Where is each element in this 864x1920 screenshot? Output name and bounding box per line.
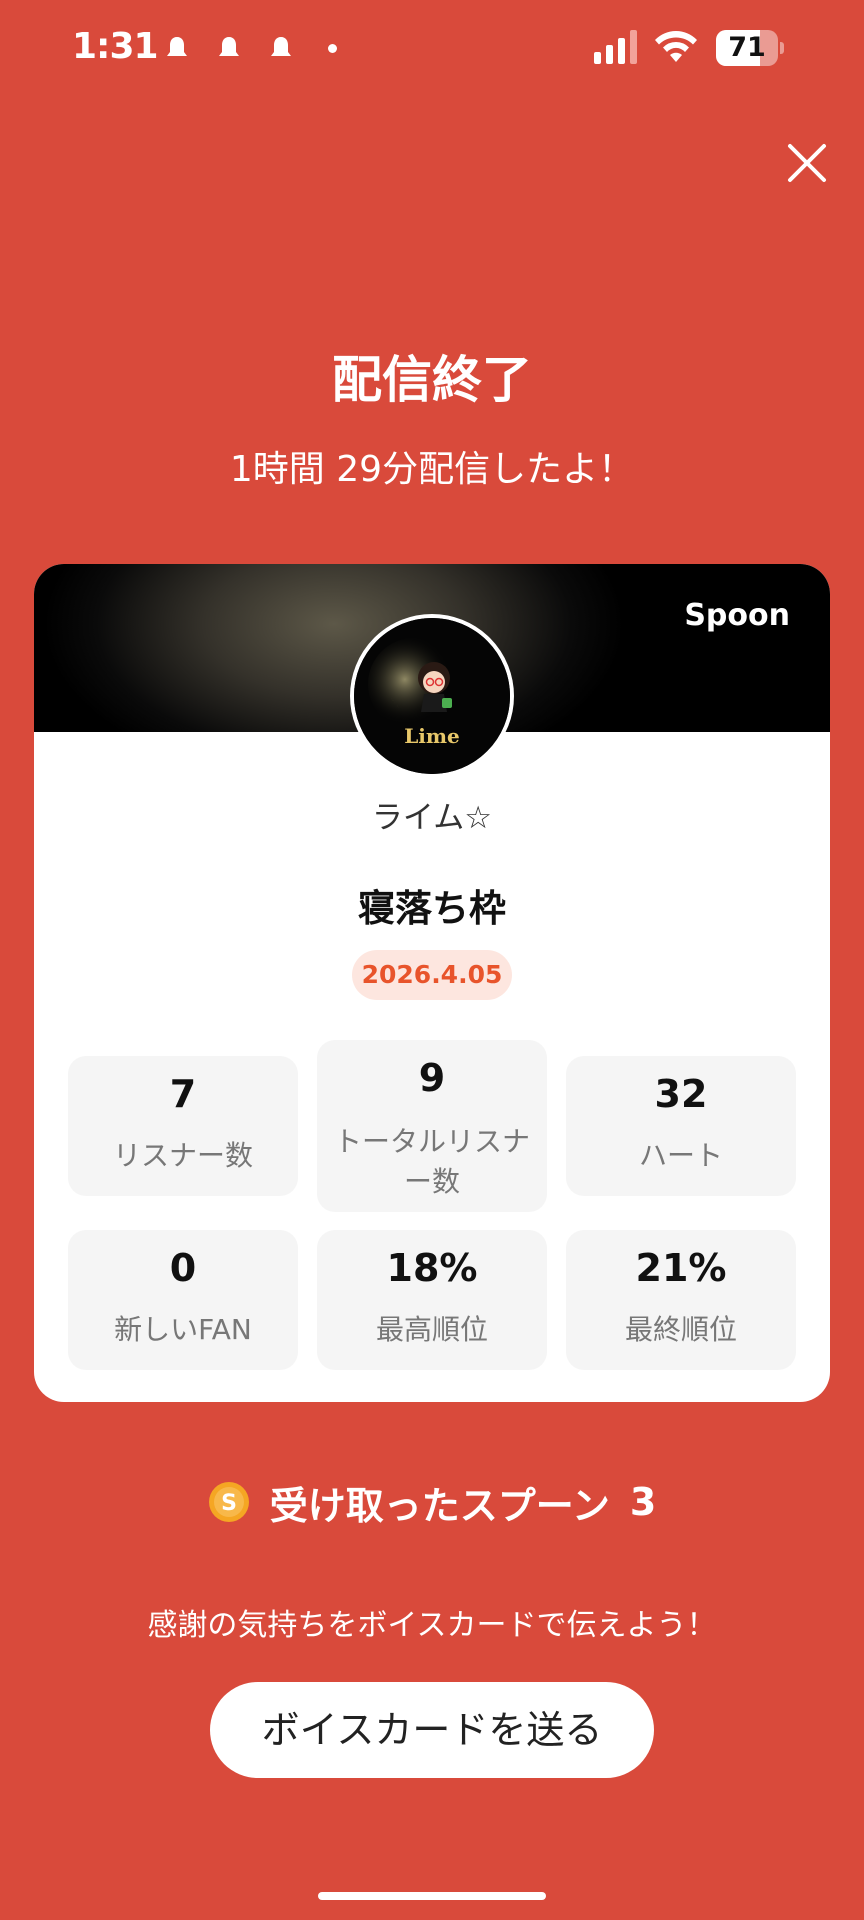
status-bar: 1:31 71 (0, 0, 864, 100)
date-badge: 2026.4.05 (352, 950, 512, 1000)
stat-label: リスナー数 (112, 1139, 253, 1172)
spoons-count: 3 (629, 1480, 657, 1524)
page-title: 配信終了 (332, 351, 532, 409)
stat-label: 最終順位 (624, 1313, 737, 1346)
stat-label: ー数 (403, 1165, 460, 1198)
stat-label: 新しいFAN (114, 1313, 252, 1346)
stat-new-fans: 0 新しいFAN (68, 1230, 298, 1370)
stat-label: 最高順位 (375, 1313, 488, 1346)
stat-value: 21% (635, 1246, 727, 1290)
stat-hearts: 32 ハート (566, 1056, 796, 1196)
cellular-signal-icon (594, 30, 637, 64)
coin-letter: S (221, 1491, 237, 1516)
more-notifications-dot (328, 44, 337, 53)
spoon-coin-icon: S (208, 1482, 249, 1522)
broadcast-title: 寝落ち枠 (358, 887, 506, 930)
ghost-icon (271, 37, 291, 56)
stat-total-listeners: 9 トータルリスナ ー数 (317, 1040, 547, 1212)
avatar-logo-text: Lime (404, 724, 460, 748)
stat-value: 0 (169, 1246, 197, 1290)
stat-label: トータルリスナ (333, 1125, 530, 1158)
stat-final-rank: 21% 最終順位 (566, 1230, 796, 1370)
close-icon[interactable] (782, 138, 832, 188)
received-spoons: S 受け取ったスプーン 3 (0, 1474, 864, 1530)
status-time: 1:31 (72, 26, 159, 67)
battery-level-text: 71 (728, 32, 766, 63)
avatar-image (354, 618, 510, 774)
avatar[interactable]: Lime (350, 614, 514, 778)
battery-indicator: 71 (716, 30, 784, 66)
stat-label: ハート (638, 1139, 723, 1172)
stat-listeners: 7 リスナー数 (68, 1056, 298, 1196)
ghost-icon (219, 37, 239, 56)
home-indicator[interactable] (318, 1892, 546, 1900)
broadcast-summary-card: Spoon Lime ライム☆ 寝落ち枠 2026.4.05 7 リスナー数 9… (34, 564, 830, 1402)
stat-value: 18% (386, 1246, 478, 1290)
stat-value: 9 (418, 1056, 446, 1100)
stat-highest-rank: 18% 最高順位 (317, 1230, 547, 1370)
wifi-icon (655, 31, 697, 62)
stat-value: 32 (654, 1072, 708, 1116)
brand-logo: Spoon (684, 598, 790, 633)
stat-value: 7 (169, 1072, 197, 1116)
send-voice-card-button[interactable]: ボイスカードを送る (210, 1682, 654, 1778)
username: ライム☆ (371, 800, 493, 836)
ghost-icon (167, 37, 187, 56)
broadcast-duration: 1時間 29分配信したよ！ (229, 449, 635, 490)
spoons-label: 受け取ったスプーン (269, 1483, 610, 1528)
thanks-message: 感謝の気持ちをボイスカードで伝えよう！ (147, 1608, 717, 1643)
